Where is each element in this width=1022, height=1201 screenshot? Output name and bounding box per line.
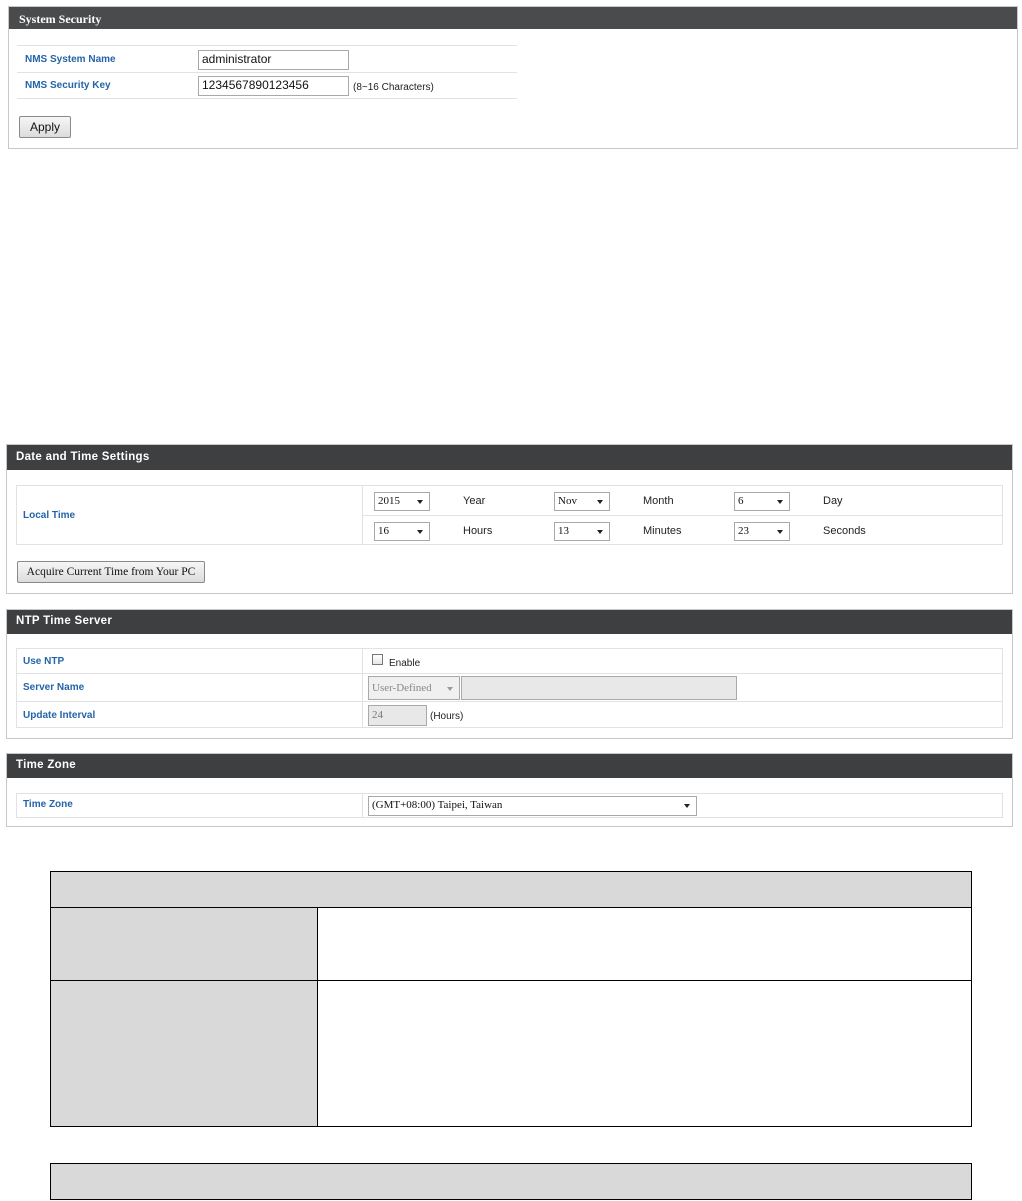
minutes-value: 13	[558, 525, 569, 537]
panel-title: Date and Time Settings	[16, 451, 150, 463]
chevron-down-icon	[597, 500, 603, 504]
seconds-label: Seconds	[823, 525, 866, 537]
ntp-enable-checkbox[interactable]	[372, 654, 383, 665]
nms-security-key-label: NMS Security Key	[25, 80, 111, 91]
use-ntp-label: Use NTP	[23, 656, 65, 667]
system-security-header: System Security	[9, 7, 1017, 29]
chevron-down-icon	[597, 530, 603, 534]
year-value: 2015	[378, 495, 400, 507]
acquire-time-button[interactable]: Acquire Current Time from Your PC	[17, 561, 205, 583]
hours-select[interactable]: 16	[374, 522, 430, 541]
month-value: Nov	[558, 495, 577, 507]
time-zone-label: Time Zone	[23, 799, 73, 810]
year-select[interactable]: 2015	[374, 492, 430, 511]
server-name-label: Server Name	[23, 682, 85, 693]
update-interval-field[interactable]: 24	[368, 705, 427, 726]
chevron-down-icon	[447, 687, 453, 691]
server-select-value: User-Defined	[372, 682, 432, 694]
minutes-select[interactable]: 13	[554, 522, 610, 541]
apply-button[interactable]: Apply	[19, 116, 71, 138]
update-interval-label: Update Interval	[23, 710, 96, 721]
nms-key-hint: (8~16 Characters)	[353, 82, 434, 93]
chevron-down-icon	[684, 804, 690, 808]
chevron-down-icon	[777, 530, 783, 534]
chevron-down-icon	[777, 500, 783, 504]
doc-table	[50, 871, 972, 1127]
panel-title: Time Zone	[16, 759, 76, 771]
hours-value: 16	[378, 525, 389, 537]
ntp-header: NTP Time Server	[7, 610, 1012, 634]
panel-title: System Security	[19, 12, 102, 26]
year-label: Year	[463, 495, 486, 507]
server-name-select[interactable]: User-Defined	[368, 676, 460, 700]
doc-table-2	[50, 1163, 972, 1200]
date-time-panel: Date and Time Settings Local Time 2015 Y…	[6, 444, 1013, 594]
panel-title: NTP Time Server	[16, 615, 113, 627]
seconds-select[interactable]: 23	[734, 522, 790, 541]
month-label: Month	[643, 495, 674, 507]
seconds-value: 23	[738, 525, 749, 537]
day-value: 6	[738, 495, 744, 507]
date-time-header: Date and Time Settings	[7, 445, 1012, 470]
system-security-panel: System Security NMS System Name administ…	[8, 6, 1018, 149]
time-zone-select[interactable]: (GMT+08:00) Taipei, Taiwan	[368, 796, 697, 816]
time-zone-panel: Time Zone Time Zone (GMT+08:00) Taipei, …	[6, 753, 1013, 827]
ntp-panel: NTP Time Server Use NTP Enable Server Na…	[6, 609, 1013, 739]
time-zone-header: Time Zone	[7, 754, 1012, 778]
month-select[interactable]: Nov	[554, 492, 610, 511]
chevron-down-icon	[417, 530, 423, 534]
minutes-label: Minutes	[643, 525, 682, 537]
server-name-field[interactable]	[461, 676, 737, 700]
local-time-label: Local Time	[23, 510, 76, 521]
nms-system-name-label: NMS System Name	[25, 54, 116, 65]
hours-unit-label: (Hours)	[430, 711, 464, 722]
table-divider	[50, 980, 972, 981]
time-zone-value: (GMT+08:00) Taipei, Taiwan	[372, 799, 503, 811]
nms-system-name-field[interactable]: administrator	[198, 50, 349, 70]
day-label: Day	[823, 495, 843, 507]
hours-label: Hours	[463, 525, 493, 537]
table-divider	[317, 907, 318, 1126]
day-select[interactable]: 6	[734, 492, 790, 511]
table-divider	[50, 907, 972, 908]
nms-security-key-field[interactable]: 1234567890123456	[198, 76, 349, 96]
chevron-down-icon	[417, 500, 423, 504]
ntp-enable-label: Enable	[389, 658, 421, 669]
